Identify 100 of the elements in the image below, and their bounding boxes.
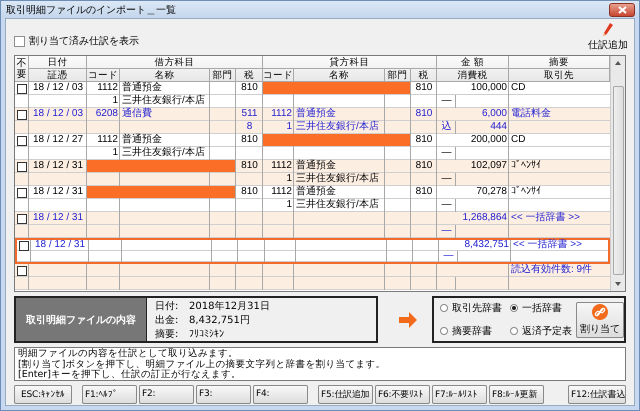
table-cell-text: —: [440, 147, 452, 160]
radio-option[interactable]: 返済予定表: [510, 324, 572, 338]
radio-option[interactable]: 摘要辞書: [440, 324, 510, 338]
table-cell-text: 200,000: [470, 134, 508, 147]
function-key-button[interactable]: F2:: [139, 384, 194, 404]
table-cell-text: 18 / 12 / 31: [32, 160, 84, 173]
selected-row[interactable]: 18 / 12 / 31 8,432,751 << 一括辞書 >> —: [15, 238, 610, 264]
radio-option[interactable]: 一括辞書: [510, 301, 572, 315]
table-cell-text: 1112: [270, 108, 293, 121]
table-cell-text: 810: [240, 134, 259, 147]
description-text: [割り当て]ボタンを押下し、明細ファイル上の摘要文字列と辞書を割り当てます。: [18, 360, 386, 370]
column-header: 借方科目: [87, 56, 263, 69]
table-cell-text: 三井住友銀行/本店: [121, 95, 206, 108]
checkbox[interactable]: [17, 136, 27, 146]
table-cell-text: 普通預金: [295, 186, 337, 198]
field-value: ﾌﾘｺﾐｼｷﾝ: [189, 329, 225, 341]
table-cell-text: 普通預金: [121, 82, 163, 94]
table-cell-text: CD: [510, 82, 526, 95]
table-cell-text: 6208: [94, 108, 119, 121]
add-entry-button[interactable]: 仕訳追加: [588, 22, 628, 52]
table-cell-text: 1112: [96, 82, 119, 95]
table-cell-text: 1: [285, 173, 293, 186]
table-cell-text: 三井住友銀行/本店: [295, 173, 380, 186]
table-cell-text: 1112: [96, 134, 119, 147]
table-cell-text: ｺﾞﾍﾝｻｲ: [510, 160, 542, 173]
table-cell-text: —: [442, 251, 454, 262]
table-cell-text: 8: [246, 121, 254, 134]
table-cell-text: 1112: [270, 186, 293, 199]
function-key-button[interactable]: F1:ﾍﾙﾌﾟ: [82, 384, 137, 404]
table-cell-text: 810: [414, 82, 434, 95]
column-header: 金 額: [437, 56, 509, 69]
table-cell-text: 1: [285, 199, 293, 212]
scrollbar[interactable]: [610, 56, 625, 291]
table-cell-text: 18 / 12 / 27: [32, 134, 84, 147]
assign-button[interactable]: 割り当て: [576, 302, 624, 338]
table-cell-text: 70,278: [475, 186, 508, 199]
table-cell-text: 三井住友銀行/本店: [295, 199, 380, 212]
table-cell-text: 通信費: [121, 108, 153, 121]
function-key-button[interactable]: F5:仕訳追加: [318, 384, 373, 404]
field-value: 2018年12月31日: [189, 301, 270, 313]
close-button[interactable]: [609, 2, 635, 16]
table-cell-text: 読込有効件数: 9件: [510, 264, 594, 277]
table-cell-text: 444: [489, 121, 508, 134]
description-text: [Enter]キーを押下し、仕訳の訂正が行なえます。: [18, 370, 242, 380]
checkbox[interactable]: [17, 188, 27, 198]
table-cell-text: 810: [240, 82, 259, 95]
function-key-button[interactable]: F4:: [253, 384, 308, 404]
column-header: 日付: [29, 56, 87, 69]
checkbox[interactable]: [17, 84, 27, 94]
table-cell-text: —: [440, 173, 452, 186]
checkbox[interactable]: [19, 240, 29, 250]
table-cell-text: 810: [240, 160, 259, 173]
table-cell-text: 102,097: [470, 160, 508, 173]
table-cell-text: 100,000: [470, 82, 508, 95]
table-cell-text: 三井住友銀行/本店: [121, 147, 206, 160]
table-cell-text: 810: [414, 108, 434, 121]
function-key-button[interactable]: F8:ﾙｰﾙ更新: [489, 384, 544, 404]
table-cell-text: ｺﾞﾍﾝｻｲ: [510, 186, 542, 199]
missing-account-cell[interactable]: [87, 186, 235, 198]
table-cell-text: << 一括辞書 >>: [512, 240, 583, 251]
missing-account-cell[interactable]: [87, 160, 235, 172]
function-key-button[interactable]: F12:仕訳書込: [568, 384, 626, 404]
table-cell-text: —: [440, 225, 452, 238]
table-cell-text: 810: [414, 186, 434, 199]
table-cell-text: 込: [440, 121, 452, 134]
function-key-button[interactable]: ESC:ｷｬﾝｾﾙ: [14, 384, 72, 404]
function-key-button[interactable]: F3:: [196, 384, 251, 404]
table-cell-text: 1: [285, 121, 293, 134]
checkbox[interactable]: [14, 36, 25, 46]
detail-title: 取引明細ファイルの内容: [16, 298, 147, 341]
table-cell-text: 普通預金: [295, 160, 337, 172]
function-key-button[interactable]: F6:不要ﾘｽﾄ: [375, 384, 430, 404]
table-cell-text: 18 / 12 / 03: [32, 82, 84, 95]
field-label: 出金:: [155, 315, 180, 327]
checkbox[interactable]: [17, 110, 27, 120]
table-cell-text: 1,268,864: [462, 212, 508, 225]
table-cell-text: 511: [240, 108, 258, 121]
close-icon: [618, 6, 626, 14]
missing-account-cell[interactable]: [263, 134, 410, 146]
table-cell-text: 18 / 12 / 31: [32, 186, 84, 199]
table-cell-text: 810: [240, 186, 259, 199]
checkbox[interactable]: [17, 214, 27, 224]
checkbox-label: 割り当て済み仕訳を表示: [29, 34, 139, 48]
column-header: 貸方科目: [263, 56, 437, 69]
scroll-down-icon[interactable]: [615, 282, 621, 286]
scroll-up-icon[interactable]: [615, 61, 621, 65]
table-cell-text: << 一括辞書 >>: [510, 212, 581, 225]
radio-option[interactable]: 取引先辞書: [440, 301, 510, 315]
field-value: 8,432,751円: [189, 315, 251, 327]
checkbox[interactable]: [17, 266, 27, 276]
table-cell-text: 810: [414, 134, 434, 147]
table-cell-text: CD: [510, 134, 526, 147]
table-cell-text: 18 / 12 / 31: [34, 240, 86, 251]
table-cell-text: 1: [111, 147, 119, 160]
function-key-button[interactable]: F7:ﾙｰﾙﾘｽﾄ: [432, 384, 487, 404]
missing-account-cell[interactable]: [263, 82, 410, 94]
table-cell-text: —: [440, 95, 452, 108]
arrow-icon: [399, 310, 417, 328]
table-cell-text: 6,000: [480, 108, 508, 121]
checkbox[interactable]: [17, 162, 27, 172]
